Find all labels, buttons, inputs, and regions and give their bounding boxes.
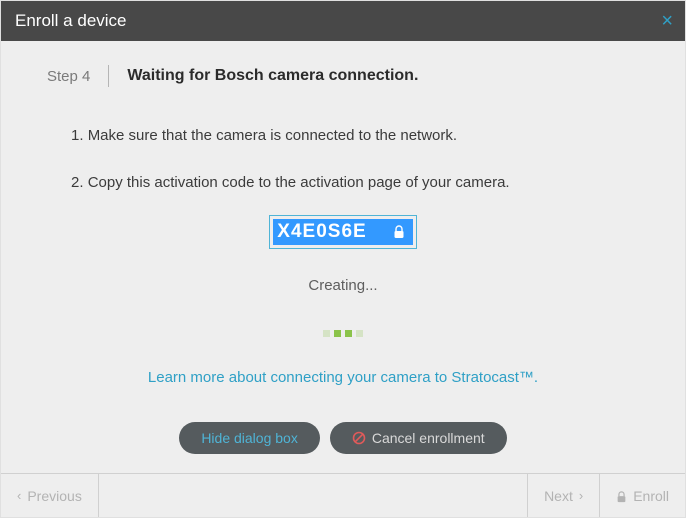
previous-button[interactable]: ‹ Previous (1, 474, 99, 517)
hide-dialog-button[interactable]: Hide dialog box (179, 422, 320, 454)
cancel-enrollment-label: Cancel enrollment (372, 430, 485, 446)
status-text: Creating... (41, 277, 645, 294)
activation-code-box[interactable]: X4E0S6E (269, 215, 416, 249)
lock-icon (393, 225, 405, 239)
footer-spacer (99, 474, 528, 517)
dialog-title: Enroll a device (15, 11, 127, 31)
spinner-dot (323, 330, 330, 337)
chevron-left-icon: ‹ (17, 488, 21, 503)
next-label: Next (544, 488, 573, 504)
instruction-item: Make sure that the camera is connected t… (71, 127, 645, 144)
step-divider (108, 65, 109, 87)
spinner-dot (356, 330, 363, 337)
action-button-row: Hide dialog box Cancel enrollment (41, 422, 645, 454)
dialog-body: Step 4 Waiting for Bosch camera connecti… (1, 41, 685, 473)
spinner-dot (334, 330, 341, 337)
previous-label: Previous (27, 488, 81, 504)
enroll-button[interactable]: Enroll (600, 474, 685, 517)
instruction-item: Copy this activation code to the activat… (71, 174, 645, 191)
learn-more-link[interactable]: Learn more about connecting your camera … (41, 369, 645, 386)
step-number-label: Step 4 (47, 68, 90, 85)
activation-code-text: X4E0S6E (277, 221, 366, 242)
cancel-icon (352, 431, 366, 445)
next-button[interactable]: Next › (528, 474, 600, 517)
activation-code-value: X4E0S6E (273, 219, 412, 245)
lock-icon (616, 490, 627, 502)
dialog-footer: ‹ Previous Next › Enroll (1, 473, 685, 517)
step-header: Step 4 Waiting for Bosch camera connecti… (47, 65, 645, 87)
loading-spinner (41, 330, 645, 337)
titlebar: Enroll a device × (1, 1, 685, 41)
activation-code-container: X4E0S6E (41, 215, 645, 249)
close-icon[interactable]: × (661, 10, 673, 33)
enroll-label: Enroll (633, 488, 669, 504)
enroll-device-dialog: Enroll a device × Step 4 Waiting for Bos… (0, 0, 686, 518)
cancel-enrollment-button[interactable]: Cancel enrollment (330, 422, 507, 454)
step-title: Waiting for Bosch camera connection. (127, 67, 418, 85)
spinner-dot (345, 330, 352, 337)
instruction-list: Make sure that the camera is connected t… (71, 127, 645, 191)
chevron-right-icon: › (579, 488, 583, 503)
